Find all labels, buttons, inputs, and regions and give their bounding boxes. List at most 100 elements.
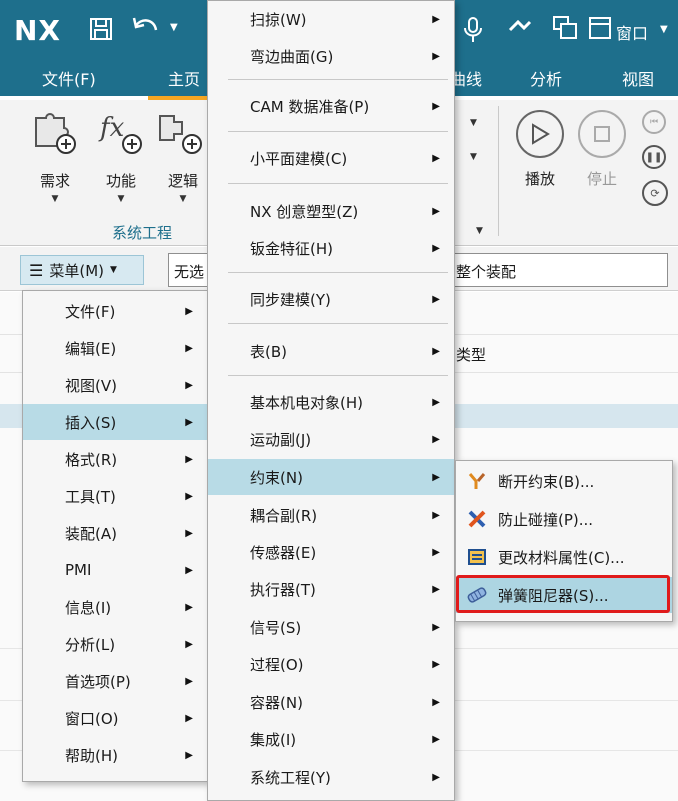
menu-item-flange-surface[interactable]: 弯边曲面(G) ▶: [208, 38, 454, 74]
window-icon[interactable]: [588, 16, 612, 44]
menu-item-label: 首选项(P): [65, 672, 131, 691]
logic-label[interactable]: 逻辑: [158, 170, 208, 191]
menu-item-insert[interactable]: 插入(S) ▶: [23, 404, 207, 440]
menu-item-couplers[interactable]: 耦合副(R) ▶: [208, 497, 454, 533]
ribbon-divider: [498, 106, 499, 236]
type-filter-value: 无选: [174, 263, 205, 281]
play-icon[interactable]: [516, 110, 564, 158]
menu-item-pmi[interactable]: PMI ▶: [23, 552, 207, 588]
requirements-icon[interactable]: [30, 108, 76, 154]
menu-item-label: 弯边曲面(G): [250, 47, 334, 66]
window-menu[interactable]: 窗口: [616, 20, 648, 44]
menu-item-preferences[interactable]: 首选项(P) ▶: [23, 663, 207, 699]
menu-button[interactable]: ☰ 菜单(M) ▼: [20, 255, 144, 285]
functions-icon[interactable]: fx: [96, 108, 142, 154]
menu-item-file[interactable]: 文件(F) ▶: [23, 293, 207, 329]
submenu-arrow-icon: ▶: [185, 490, 193, 502]
menu-item-cam-data-prep[interactable]: CAM 数据准备(P) ▶: [208, 88, 454, 124]
window-switch-icon[interactable]: [552, 15, 578, 47]
undo-icon[interactable]: [130, 14, 160, 48]
submenu-arrow-icon: ▶: [432, 583, 440, 595]
ribbon-dropdown-icon[interactable]: ▼: [470, 118, 477, 128]
menu-item-format[interactable]: 格式(R) ▶: [23, 441, 207, 477]
menu-item-basic-mechatronics[interactable]: 基本机电对象(H) ▶: [208, 384, 454, 420]
menu-item-sensors[interactable]: 传感器(E) ▶: [208, 534, 454, 570]
menu-item-break-constraint[interactable]: 断开约束(B)...: [456, 463, 672, 499]
tab-home[interactable]: 主页: [168, 66, 200, 90]
menu-item-signals[interactable]: 信号(S) ▶: [208, 609, 454, 645]
tab-analysis[interactable]: 分析: [530, 66, 562, 90]
menu-item-view[interactable]: 视图(V) ▶: [23, 367, 207, 403]
menu-separator: [228, 272, 448, 273]
play-label[interactable]: 播放: [518, 168, 562, 189]
menu-item-nx-realize-shape[interactable]: NX 创意塑型(Z) ▶: [208, 193, 454, 229]
undo-dropdown-icon[interactable]: ▼: [170, 22, 178, 33]
menu-item-change-material[interactable]: 更改材料属性(C)...: [456, 539, 672, 575]
menu-item-label: 容器(N): [250, 693, 303, 712]
menu-item-label: 钣金特征(H): [250, 239, 333, 258]
menu-item-label: 同步建模(Y): [250, 290, 331, 309]
rewind-icon[interactable]: ⏮: [642, 110, 666, 134]
menu-item-label: 过程(O): [250, 655, 304, 674]
menu-item-joints[interactable]: 运动副(J) ▶: [208, 421, 454, 457]
menu-item-help[interactable]: 帮助(H) ▶: [23, 737, 207, 773]
logic-dropdown-icon[interactable]: ▼: [158, 194, 208, 204]
menu-item-label: 文件(F): [65, 302, 116, 321]
menu-item-label: 编辑(E): [65, 339, 117, 358]
menu-item-tools[interactable]: 工具(T) ▶: [23, 478, 207, 514]
menu-item-label: 视图(V): [65, 376, 117, 395]
menu-item-label: 执行器(T): [250, 580, 316, 599]
submenu-arrow-icon: ▶: [432, 733, 440, 745]
requirements-dropdown-icon[interactable]: ▼: [30, 194, 80, 204]
functions-label[interactable]: 功能: [96, 170, 146, 191]
menu-item-sweep[interactable]: 扫掠(W) ▶: [208, 1, 454, 37]
menu-item-label: 传感器(E): [250, 543, 317, 562]
step-icon[interactable]: ⟳: [642, 180, 668, 206]
menu-item-analysis[interactable]: 分析(L) ▶: [23, 626, 207, 662]
requirements-label[interactable]: 需求: [30, 170, 80, 191]
tab-file[interactable]: 文件(F): [42, 66, 96, 90]
menu-item-window[interactable]: 窗口(O) ▶: [23, 700, 207, 736]
menu-item-process[interactable]: 过程(O) ▶: [208, 646, 454, 682]
menu-item-table[interactable]: 表(B) ▶: [208, 333, 454, 369]
menu-item-assembly[interactable]: 装配(A) ▶: [23, 515, 207, 551]
functions-dropdown-icon[interactable]: ▼: [96, 194, 146, 204]
submenu-arrow-icon: ▶: [432, 696, 440, 708]
ribbon-dropdown-icon[interactable]: ▼: [476, 226, 483, 236]
menu-item-integration[interactable]: 集成(I) ▶: [208, 721, 454, 757]
menu-item-synchronous-modeling[interactable]: 同步建模(Y) ▶: [208, 281, 454, 317]
stop-icon[interactable]: [578, 110, 626, 158]
menu-item-containers[interactable]: 容器(N) ▶: [208, 684, 454, 720]
menu-item-prevent-collision[interactable]: 防止碰撞(P)...: [456, 501, 672, 537]
submenu-arrow-icon: ▶: [185, 749, 193, 761]
menu-item-label: 更改材料属性(C)...: [498, 548, 625, 567]
menu-item-facet-modeling[interactable]: 小平面建模(C) ▶: [208, 140, 454, 176]
menu-item-systems-engineering[interactable]: 系统工程(Y) ▶: [208, 759, 454, 795]
stop-label[interactable]: 停止: [580, 168, 624, 189]
highlight-annotation-box: [456, 575, 670, 613]
command-finder-icon[interactable]: [506, 16, 534, 46]
menu-item-label: 防止碰撞(P)...: [498, 510, 594, 529]
menu-item-edit[interactable]: 编辑(E) ▶: [23, 330, 207, 366]
submenu-arrow-icon: ▶: [432, 345, 440, 357]
save-icon[interactable]: [88, 16, 114, 48]
column-header-type[interactable]: 类型: [456, 344, 486, 365]
ribbon-dropdown-icon[interactable]: ▼: [470, 152, 477, 162]
menu-item-info[interactable]: 信息(I) ▶: [23, 589, 207, 625]
break-constraint-icon: [466, 470, 488, 492]
submenu-arrow-icon: ▶: [432, 293, 440, 305]
pause-icon[interactable]: ❚❚: [642, 145, 666, 169]
logic-icon[interactable]: [156, 108, 202, 154]
menu-item-constraints[interactable]: 约束(N) ▶: [208, 459, 454, 495]
submenu-arrow-icon: ▶: [432, 50, 440, 62]
menu-item-actuators[interactable]: 执行器(T) ▶: [208, 571, 454, 607]
menu-item-label: 信息(I): [65, 598, 112, 617]
menu-item-label: 插入(S): [65, 413, 117, 432]
tab-view[interactable]: 视图: [622, 66, 654, 90]
menu-item-label: 小平面建模(C): [250, 149, 348, 168]
assembly-scope-select[interactable]: 整个装配: [456, 261, 516, 282]
window-menu-dropdown-icon[interactable]: ▼: [660, 24, 668, 35]
microphone-icon[interactable]: [462, 16, 484, 50]
menu-item-label: 帮助(H): [65, 746, 118, 765]
menu-item-sheet-metal[interactable]: 钣金特征(H) ▶: [208, 230, 454, 266]
